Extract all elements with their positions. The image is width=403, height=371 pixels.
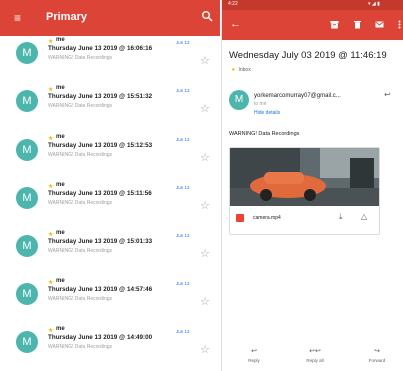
star-icon[interactable]: ☆ bbox=[200, 102, 210, 115]
email-row[interactable]: M ★ me Thursday June 13 2019 @ 15:01:33 … bbox=[0, 229, 220, 276]
reply-icon[interactable]: ↩ bbox=[384, 90, 391, 99]
star-icon[interactable]: ☆ bbox=[200, 343, 210, 356]
star-icon[interactable]: ☆ bbox=[200, 247, 210, 260]
email-date: Jun 13 bbox=[176, 88, 190, 93]
important-marker-icon: ★ bbox=[48, 232, 54, 238]
sender-avatar[interactable]: M bbox=[229, 90, 249, 110]
reply-actions: ↩ Reply ↩↩ Reply all ↪ Forward bbox=[222, 347, 403, 371]
avatar: M bbox=[16, 187, 38, 209]
email-sender: me bbox=[56, 182, 65, 188]
email-date: Jun 13 bbox=[176, 40, 190, 45]
avatar: M bbox=[16, 139, 38, 161]
avatar: M bbox=[16, 42, 38, 64]
message-app-bar: ← bbox=[222, 10, 403, 40]
back-arrow-icon[interactable]: ← bbox=[230, 18, 241, 30]
email-sender: me bbox=[56, 326, 65, 332]
star-icon[interactable]: ☆ bbox=[200, 295, 210, 308]
email-date: Jun 13 bbox=[176, 329, 190, 334]
status-bar: 4:22 ▾ ◢ ▮ bbox=[222, 0, 403, 10]
inbox-title: Primary bbox=[46, 11, 87, 23]
important-marker-icon: ★ bbox=[48, 184, 54, 190]
email-sender: me bbox=[56, 278, 65, 284]
recipient-text: to me bbox=[254, 101, 267, 107]
email-preview: WARNING! Data Recordings bbox=[48, 152, 112, 158]
email-subject: Thursday June 13 2019 @ 14:57:46 bbox=[48, 286, 153, 293]
important-marker-icon: ★ bbox=[48, 328, 54, 334]
email-date: Jun 13 bbox=[176, 185, 190, 190]
message-body: WARNING! Data Recordings bbox=[229, 131, 300, 137]
star-icon[interactable]: ☆ bbox=[200, 54, 210, 67]
inbox-pane: ≡ Primary M ★ me Thursday June 13 2019 @… bbox=[0, 0, 220, 371]
avatar: M bbox=[16, 90, 38, 112]
menu-icon[interactable]: ≡ bbox=[14, 11, 28, 25]
important-marker-icon: ★ bbox=[48, 136, 54, 142]
status-icons: ▾ ◢ ▮ bbox=[368, 1, 380, 7]
message-pane: 4:22 ▾ ◢ ▮ ← Wednesday July 03 2019 @ 11… bbox=[222, 0, 403, 371]
reply-icon: ↩ bbox=[251, 348, 257, 355]
email-subject: Thursday June 13 2019 @ 16:06:16 bbox=[48, 45, 153, 52]
email-sender: me bbox=[56, 230, 65, 236]
email-date: Jun 13 bbox=[176, 281, 190, 286]
email-row[interactable]: M ★ me Thursday June 13 2019 @ 15:51:32 … bbox=[0, 84, 220, 131]
reply-all-label: Reply all bbox=[306, 358, 324, 363]
label-chip[interactable]: ★ Inbox bbox=[231, 67, 251, 73]
important-marker-icon: ★ bbox=[48, 87, 54, 93]
email-preview: WARNING! Data Recordings bbox=[48, 103, 112, 109]
email-row[interactable]: M ★ me Thursday June 13 2019 @ 14:49:00 … bbox=[0, 325, 220, 371]
forward-button[interactable]: ↪ Forward bbox=[357, 347, 397, 363]
download-icon[interactable]: ⤓ bbox=[339, 212, 343, 222]
email-sender: me bbox=[56, 85, 65, 91]
email-subject: Thursday June 13 2019 @ 15:51:32 bbox=[48, 93, 153, 100]
inbox-app-bar: ≡ Primary bbox=[0, 0, 220, 36]
label-text: Inbox bbox=[238, 67, 251, 73]
email-subject: Thursday June 13 2019 @ 15:01:33 bbox=[48, 238, 153, 245]
star-icon[interactable]: ☆ bbox=[200, 151, 210, 164]
email-preview: WARNING! Data Recordings bbox=[48, 344, 112, 350]
email-row[interactable]: M ★ me Thursday June 13 2019 @ 14:57:46 … bbox=[0, 277, 220, 324]
important-marker-icon: ★ bbox=[48, 39, 54, 45]
email-date: Jun 13 bbox=[176, 137, 190, 142]
reply-button[interactable]: ↩ Reply bbox=[234, 347, 274, 363]
reply-label: Reply bbox=[248, 358, 260, 363]
reply-all-icon: ↩↩ bbox=[309, 348, 321, 355]
attachment-card[interactable]: camera.mp4 ⤓ △ bbox=[229, 147, 380, 235]
email-preview: WARNING! Data Recordings bbox=[48, 248, 112, 254]
sender-address: yorkemarcomurray07@gmail.c... bbox=[254, 93, 341, 99]
avatar: M bbox=[16, 235, 38, 257]
email-sender: me bbox=[56, 134, 65, 140]
attachment-thumbnail[interactable] bbox=[230, 148, 380, 206]
mail-icon[interactable] bbox=[375, 20, 384, 29]
forward-icon: ↪ bbox=[374, 348, 380, 355]
forward-label: Forward bbox=[368, 358, 386, 363]
important-marker-icon: ★ bbox=[231, 67, 236, 73]
message-subject: Wednesday July 03 2019 @ 11:46:19 bbox=[229, 50, 387, 61]
save-to-drive-icon[interactable]: △ bbox=[361, 212, 367, 221]
status-time: 4:22 bbox=[228, 1, 238, 7]
more-vert-icon[interactable] bbox=[395, 20, 403, 29]
avatar: M bbox=[16, 331, 38, 353]
email-subject: Thursday June 13 2019 @ 15:12:53 bbox=[48, 142, 153, 149]
email-row[interactable]: M ★ me Thursday June 13 2019 @ 15:11:56 … bbox=[0, 181, 220, 228]
delete-icon[interactable] bbox=[353, 20, 362, 29]
email-preview: WARNING! Data Recordings bbox=[48, 200, 112, 206]
attachment-filename: camera.mp4 bbox=[253, 215, 281, 221]
details-link[interactable]: Hide details bbox=[254, 110, 280, 116]
email-row[interactable]: M ★ me Thursday June 13 2019 @ 16:06:16 … bbox=[0, 36, 220, 83]
email-subject: Thursday June 13 2019 @ 15:11:56 bbox=[48, 190, 152, 197]
email-subject: Thursday June 13 2019 @ 14:49:00 bbox=[48, 334, 153, 341]
important-marker-icon: ★ bbox=[48, 280, 54, 286]
star-icon[interactable]: ☆ bbox=[200, 199, 210, 212]
video-file-icon bbox=[236, 214, 244, 222]
reply-all-button[interactable]: ↩↩ Reply all bbox=[295, 347, 335, 363]
email-date: Jun 13 bbox=[176, 233, 190, 238]
email-preview: WARNING! Data Recordings bbox=[48, 296, 112, 302]
email-preview: WARNING! Data Recordings bbox=[48, 55, 112, 61]
email-sender: me bbox=[56, 37, 65, 43]
search-icon[interactable] bbox=[201, 10, 213, 22]
archive-icon[interactable] bbox=[330, 20, 339, 29]
email-row[interactable]: M ★ me Thursday June 13 2019 @ 15:12:53 … bbox=[0, 133, 220, 180]
avatar: M bbox=[16, 283, 38, 305]
